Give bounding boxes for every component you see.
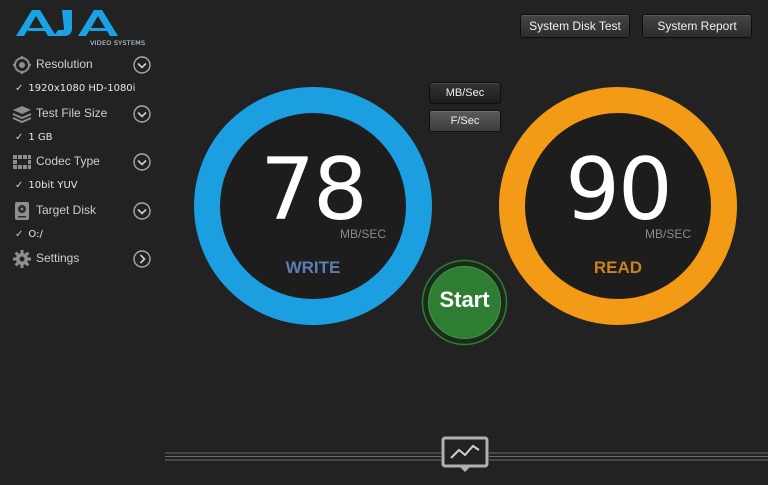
- write-label: WRITE: [285, 258, 341, 277]
- checkmark-icon: ✓: [15, 229, 24, 240]
- read-value: 90: [565, 140, 672, 240]
- sidebar-value-target-disk: ✓ O:/: [15, 229, 43, 240]
- disk-icon: [12, 201, 32, 221]
- sidebar-item-settings[interactable]: Settings: [12, 248, 152, 270]
- f-sec-button[interactable]: F/Sec: [429, 110, 501, 132]
- checkmark-icon: ✓: [15, 180, 24, 191]
- write-unit: MB/SEC: [340, 227, 387, 241]
- chevron-down-icon[interactable]: [133, 153, 151, 171]
- sidebar-label-settings: Settings: [36, 251, 80, 265]
- aja-logo: VIDEO SYSTEMS: [14, 6, 145, 47]
- sidebar-item-target-disk[interactable]: Target Disk: [12, 200, 152, 222]
- codec-type-value: 10bit YUV: [28, 180, 78, 191]
- codec-grid-icon: [12, 152, 32, 172]
- chevron-right-icon[interactable]: [133, 250, 151, 268]
- test-file-size-value: 1 GB: [28, 132, 53, 143]
- target-disk-value: O:/: [28, 229, 43, 240]
- read-unit: MB/SEC: [645, 227, 692, 241]
- sidebar-value-resolution: ✓ 1920x1080 HD-1080i: [15, 83, 135, 94]
- mb-sec-button[interactable]: MB/Sec: [429, 82, 501, 104]
- checkmark-icon: ✓: [15, 132, 24, 143]
- resolution-value: 1920x1080 HD-1080i: [28, 83, 136, 94]
- sidebar-item-test-file-size[interactable]: Test File Size: [12, 103, 152, 125]
- logo-subtitle: VIDEO SYSTEMS: [90, 39, 146, 47]
- system-report-button[interactable]: System Report: [642, 14, 752, 38]
- aja-logo-mark: [16, 10, 118, 36]
- read-label: READ: [593, 258, 643, 277]
- sidebar-label-resolution: Resolution: [36, 57, 93, 71]
- write-gauge: 78 MB/SEC WRITE: [193, 86, 433, 326]
- resolution-icon: [12, 55, 32, 75]
- stack-icon: [12, 104, 32, 124]
- chevron-down-icon[interactable]: [133, 202, 151, 220]
- sidebar-item-resolution[interactable]: Resolution: [12, 54, 152, 76]
- gear-icon: [12, 249, 32, 269]
- start-button[interactable]: Start: [421, 259, 508, 346]
- sidebar-value-codec-type: ✓ 10bit YUV: [15, 180, 78, 191]
- chevron-down-icon[interactable]: [133, 105, 151, 123]
- system-disk-test-button[interactable]: System Disk Test: [520, 14, 630, 38]
- sidebar-value-test-file-size: ✓ 1 GB: [15, 132, 53, 143]
- sidebar-label-test-file-size: Test File Size: [36, 106, 108, 120]
- read-gauge: 90 MB/SEC READ: [498, 86, 738, 326]
- checkmark-icon: ✓: [15, 83, 24, 94]
- write-value: 78: [260, 140, 367, 240]
- sidebar-label-codec-type: Codec Type: [36, 154, 100, 168]
- sidebar-item-codec-type[interactable]: Codec Type: [12, 151, 152, 173]
- start-button-label: Start: [439, 287, 490, 312]
- chevron-down-icon[interactable]: [133, 56, 151, 74]
- sidebar-label-target-disk: Target Disk: [36, 203, 97, 217]
- line-chart-icon[interactable]: [441, 436, 489, 474]
